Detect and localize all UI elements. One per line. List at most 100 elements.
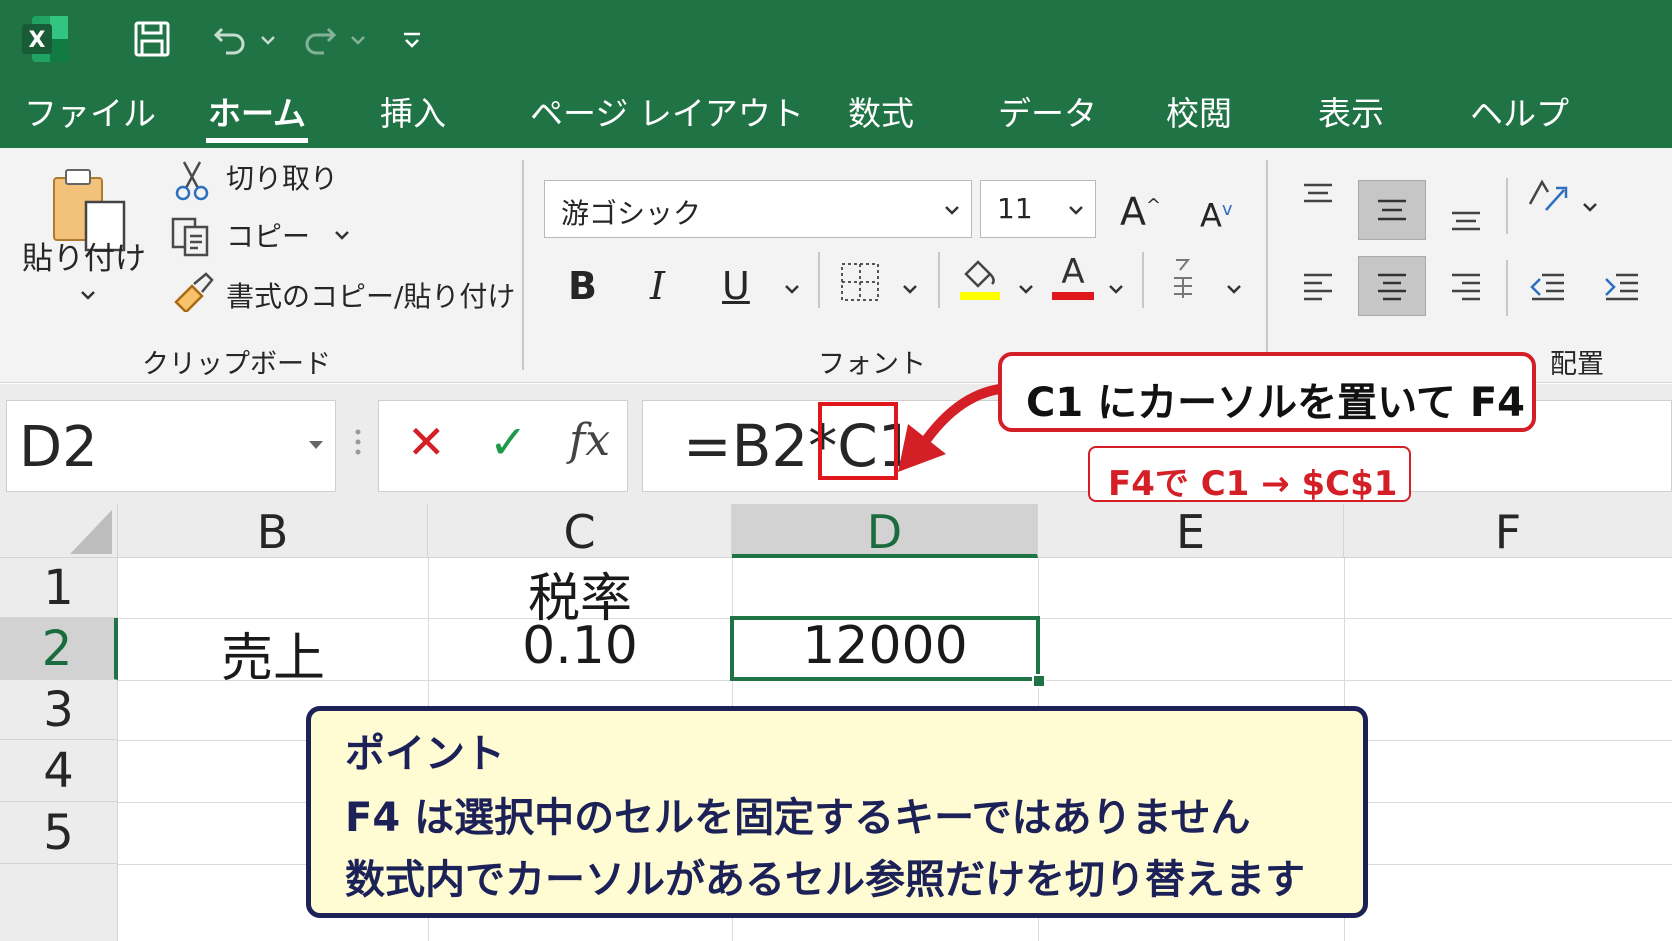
- fill-color-dropdown-icon[interactable]: [1016, 282, 1036, 302]
- title-bar: X: [0, 0, 1672, 84]
- callout-main: C1 にカーソルを置いて F4: [998, 352, 1536, 432]
- fill-color-icon[interactable]: [958, 256, 1002, 306]
- font-group-label: フォント: [818, 349, 926, 380]
- formula-bar-grip-icon[interactable]: [354, 428, 362, 462]
- fill-handle[interactable]: [1032, 674, 1046, 688]
- callout-sub-text: F4で C1 → $C$1: [1108, 464, 1398, 504]
- underline-button[interactable]: U: [722, 264, 750, 308]
- format-painter-icon: [172, 272, 214, 316]
- copy-icon: [170, 216, 212, 262]
- font-name-dropdown-icon[interactable]: [943, 203, 961, 222]
- column-header-f[interactable]: F: [1344, 504, 1672, 559]
- callout-main-text: C1 にカーソルを置いて F4: [1026, 380, 1525, 426]
- tab-page-layout[interactable]: ページ レイアウト: [530, 92, 804, 136]
- undo-dropdown-icon[interactable]: [258, 30, 278, 50]
- font-size-combo[interactable]: 11: [980, 180, 1096, 238]
- clipboard-group-label: クリップボード: [142, 349, 331, 380]
- formula-prefix: =B2*: [683, 412, 838, 480]
- underline-dropdown-icon[interactable]: [782, 282, 802, 302]
- tab-review[interactable]: 校閲: [1166, 92, 1232, 136]
- align-separator: [1506, 178, 1508, 234]
- italic-button[interactable]: I: [650, 264, 665, 308]
- excel-icon: X: [22, 14, 70, 64]
- font-name-value: 游ゴシック: [561, 197, 702, 230]
- active-cell-border: [730, 616, 1040, 681]
- bold-button[interactable]: B: [568, 264, 597, 308]
- column-header-d[interactable]: D: [732, 504, 1038, 559]
- font-color-swatch: [1052, 292, 1094, 300]
- row-header-6[interactable]: [0, 864, 118, 941]
- excel-letter: X: [29, 28, 46, 53]
- decrease-font-size-button[interactable]: Av: [1200, 188, 1233, 238]
- cancel-icon[interactable]: ✕: [407, 415, 446, 469]
- align-left-button[interactable]: [1284, 256, 1352, 316]
- row-header-5[interactable]: 5: [0, 802, 118, 864]
- row-header-4[interactable]: 4: [0, 740, 118, 802]
- tab-data[interactable]: データ: [998, 92, 1097, 136]
- redo-icon[interactable]: [300, 18, 340, 60]
- phonetic-guide-icon[interactable]: [1168, 256, 1198, 306]
- cell-c2[interactable]: 0.10: [428, 616, 732, 676]
- group-separator: [1266, 160, 1268, 370]
- save-icon[interactable]: [128, 18, 176, 60]
- phonetic-guide-dropdown-icon[interactable]: [1224, 282, 1244, 302]
- row-header-1[interactable]: 1: [0, 558, 118, 618]
- increase-font-size-button[interactable]: A^: [1120, 184, 1161, 234]
- font-size-value: 11: [997, 192, 1033, 225]
- orientation-dropdown-icon[interactable]: [1580, 200, 1600, 220]
- redo-dropdown-icon[interactable]: [348, 30, 368, 50]
- tab-file[interactable]: ファイル: [24, 92, 156, 136]
- active-tab-indicator: [206, 138, 308, 143]
- select-all-corner[interactable]: [0, 504, 118, 558]
- insert-function-icon[interactable]: fx: [569, 415, 610, 466]
- align-middle-button[interactable]: [1358, 180, 1426, 240]
- ribbon-tabs: ファイル ホーム 挿入 ページ レイアウト 数式 データ 校閲 表示 ヘルプ: [0, 84, 1672, 148]
- decrease-indent-button[interactable]: [1514, 256, 1582, 316]
- align-center-button[interactable]: [1358, 256, 1426, 316]
- column-header-c[interactable]: C: [428, 504, 732, 559]
- borders-icon[interactable]: [840, 262, 880, 306]
- font-name-combo[interactable]: 游ゴシック: [544, 180, 972, 238]
- name-box-dropdown-icon[interactable]: [307, 437, 325, 456]
- borders-dropdown-icon[interactable]: [900, 282, 920, 302]
- tab-formulas[interactable]: 数式: [848, 92, 914, 136]
- copy-button[interactable]: コピー: [226, 220, 310, 254]
- cell-b2[interactable]: 売上: [118, 616, 428, 691]
- font-size-dropdown-icon[interactable]: [1067, 203, 1085, 222]
- align-right-button[interactable]: [1432, 256, 1500, 316]
- decrease-font-size-letter: A: [1200, 196, 1222, 235]
- column-header-e[interactable]: E: [1038, 504, 1344, 559]
- tab-view[interactable]: 表示: [1318, 92, 1384, 136]
- font-color-dropdown-icon[interactable]: [1106, 282, 1126, 302]
- callout-sub: F4で C1 → $C$1: [1088, 446, 1411, 504]
- alignment-group-label: 配置: [1550, 349, 1604, 380]
- font-color-letter: A: [1061, 252, 1085, 292]
- format-painter-button[interactable]: 書式のコピー/貼り付け: [226, 280, 515, 314]
- align-bottom-button[interactable]: [1432, 188, 1500, 248]
- column-header-b[interactable]: B: [118, 504, 428, 559]
- customize-quick-access-icon[interactable]: [400, 30, 424, 50]
- name-box[interactable]: D2: [6, 400, 336, 492]
- row-header-3[interactable]: 3: [0, 680, 118, 740]
- increase-indent-button[interactable]: [1588, 256, 1656, 316]
- group-separator: [522, 160, 524, 370]
- paste-dropdown-icon[interactable]: [78, 288, 98, 308]
- point-line-2: 数式内でカーソルがあるセル参照だけを切り替えます: [345, 857, 1305, 903]
- tab-home[interactable]: ホーム: [208, 92, 306, 136]
- ribbon: 貼り付け 切り取り コピー 書式のコピー/貼り付け クリップボード 游ゴシック: [0, 148, 1672, 383]
- font-separator: [1142, 252, 1144, 308]
- paste-button[interactable]: 貼り付け: [22, 242, 146, 276]
- font-color-button[interactable]: A: [1050, 254, 1096, 302]
- enter-icon[interactable]: ✓: [489, 415, 528, 469]
- align-top-button[interactable]: [1284, 166, 1352, 226]
- copy-dropdown-icon[interactable]: [332, 228, 352, 248]
- font-separator: [938, 252, 940, 308]
- undo-icon[interactable]: [210, 18, 250, 60]
- align-separator: [1506, 260, 1508, 316]
- orientation-icon[interactable]: [1524, 174, 1570, 224]
- cut-button[interactable]: 切り取り: [226, 162, 338, 196]
- row-header-2[interactable]: 2: [0, 618, 118, 680]
- scissors-icon: [174, 160, 210, 206]
- tab-insert[interactable]: 挿入: [380, 92, 446, 136]
- tab-help[interactable]: ヘルプ: [1470, 92, 1569, 136]
